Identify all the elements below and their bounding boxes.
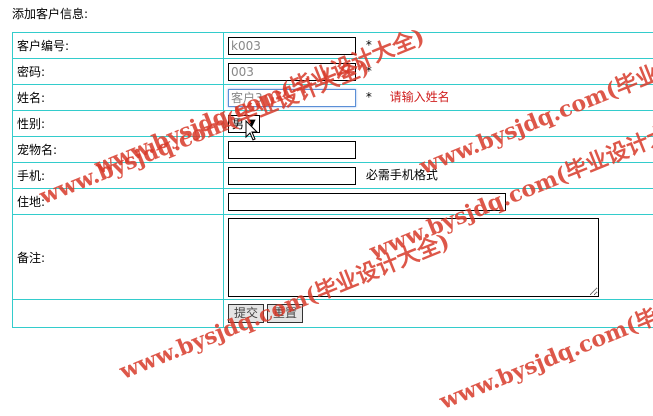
name-required-mark: * <box>366 90 372 104</box>
phone-input[interactable] <box>228 167 356 185</box>
gender-select[interactable]: 男 ▼ <box>228 115 260 133</box>
row-name: 姓名: * 请输入姓名 <box>13 85 653 111</box>
password-required-mark: * <box>366 64 372 78</box>
row-customer-id: 客户编号: * <box>13 33 653 59</box>
row-notes: 备注: <box>13 215 653 300</box>
gender-label: 性别: <box>13 111 224 137</box>
page-title: 添加客户信息: <box>12 5 88 22</box>
pet-name-label: 宠物名: <box>13 137 224 163</box>
address-label: 住地: <box>13 189 224 215</box>
row-pet-name: 宠物名: <box>13 137 653 163</box>
chevron-down-icon: ▼ <box>248 118 256 129</box>
gender-cell: 男 ▼ <box>224 111 653 137</box>
password-input[interactable] <box>228 63 356 81</box>
submit-button[interactable]: 提交 <box>228 304 264 323</box>
reset-button[interactable]: 重置 <box>267 304 303 323</box>
customer-form-table: 客户编号: * 密码: * 姓名: * 请输入姓名 性别: 男 ▼ 宠物名: <box>12 32 653 328</box>
password-cell: * <box>224 59 653 85</box>
notes-textarea[interactable] <box>228 218 599 297</box>
pet-name-cell <box>224 137 653 163</box>
row-phone: 手机: 必需手机格式 <box>13 163 653 189</box>
customer-id-required-mark: * <box>366 38 372 52</box>
customer-id-cell: * <box>224 33 653 59</box>
address-input[interactable] <box>228 193 506 211</box>
row-actions: 提交重置 <box>13 300 653 328</box>
actions-cell: 提交重置 <box>224 300 653 328</box>
gender-selected-value: 男 <box>232 115 244 132</box>
customer-id-input[interactable] <box>228 37 356 55</box>
phone-format-hint: 必需手机格式 <box>366 168 438 182</box>
pet-name-input[interactable] <box>228 141 356 159</box>
row-password: 密码: * <box>13 59 653 85</box>
name-label: 姓名: <box>13 85 224 111</box>
name-error-message: 请输入姓名 <box>390 90 450 104</box>
phone-cell: 必需手机格式 <box>224 163 653 189</box>
customer-id-label: 客户编号: <box>13 33 224 59</box>
actions-empty-cell <box>13 300 224 328</box>
row-gender: 性别: 男 ▼ <box>13 111 653 137</box>
name-cell: * 请输入姓名 <box>224 85 653 111</box>
password-label: 密码: <box>13 59 224 85</box>
phone-label: 手机: <box>13 163 224 189</box>
address-cell <box>224 189 653 215</box>
notes-label: 备注: <box>13 215 224 300</box>
name-input[interactable] <box>228 89 356 107</box>
notes-cell <box>224 215 653 300</box>
row-address: 住地: <box>13 189 653 215</box>
